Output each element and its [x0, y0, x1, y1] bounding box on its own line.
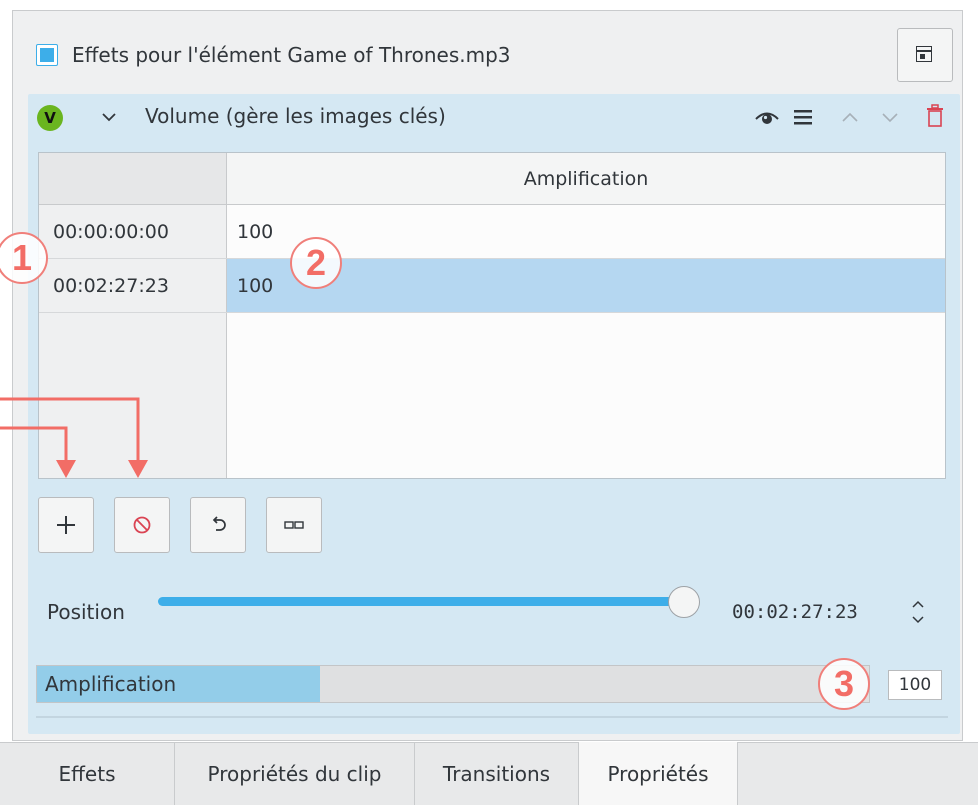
tab-proprietes-du-clip[interactable]: Propriétés du clip — [175, 742, 415, 805]
tab-proprietes[interactable]: Propriétés — [579, 742, 738, 805]
amplification-value-field[interactable]: 100 — [888, 670, 942, 700]
no-entry-icon — [133, 516, 151, 534]
undo-icon — [212, 516, 226, 531]
tab-transitions[interactable]: Transitions — [415, 742, 579, 805]
add-keyframe-button[interactable] — [38, 497, 94, 553]
chevron-up-icon[interactable] — [840, 110, 860, 124]
tab-effets[interactable]: Effets — [0, 742, 175, 805]
keyframe-time[interactable]: 00:00:00:00 — [39, 205, 227, 258]
trash-icon[interactable] — [925, 104, 945, 128]
annotation-callout-2: 2 — [290, 237, 342, 289]
chevron-down-icon[interactable] — [880, 110, 900, 124]
amplification-slider[interactable]: Amplification — [36, 665, 870, 703]
position-slider-handle[interactable] — [668, 586, 700, 618]
reset-keyframe-button[interactable] — [190, 497, 246, 553]
link-icon — [284, 521, 304, 529]
position-slider-track[interactable] — [158, 597, 686, 606]
table-corner — [39, 153, 227, 205]
table-row[interactable]: 00:00:00:00 100 — [39, 205, 945, 259]
column-header-amplification[interactable]: Amplification — [227, 153, 945, 205]
effect-name: Volume (gère les images clés) — [145, 104, 446, 128]
effect-badge: V — [37, 105, 63, 131]
hamburger-menu-icon[interactable] — [793, 108, 813, 126]
annotation-callout-3: 3 — [818, 658, 870, 710]
position-label: Position — [47, 600, 125, 624]
layout-button[interactable] — [897, 28, 953, 82]
collapse-chevron-icon[interactable] — [100, 110, 118, 124]
amplification-label: Amplification — [45, 672, 177, 696]
keyframe-time[interactable]: 00:02:27:23 — [39, 259, 227, 312]
layout-icon — [916, 46, 932, 62]
keyframe-table: Amplification 00:00:00:00 100 00:02:27:2… — [38, 152, 946, 479]
spin-arrows-icon[interactable] — [908, 597, 928, 627]
eye-icon[interactable] — [754, 109, 780, 127]
effects-enable-checkbox[interactable] — [36, 44, 58, 66]
link-keyframes-button[interactable] — [266, 497, 322, 553]
divider — [36, 716, 948, 718]
delete-keyframe-button[interactable] — [114, 497, 170, 553]
table-row[interactable]: 00:02:27:23 100 — [39, 259, 945, 313]
position-timecode[interactable]: 00:02:27:23 — [732, 598, 858, 626]
panel-title: Effets pour l'élément Game of Thrones.mp… — [72, 43, 511, 67]
plus-icon — [57, 516, 75, 534]
